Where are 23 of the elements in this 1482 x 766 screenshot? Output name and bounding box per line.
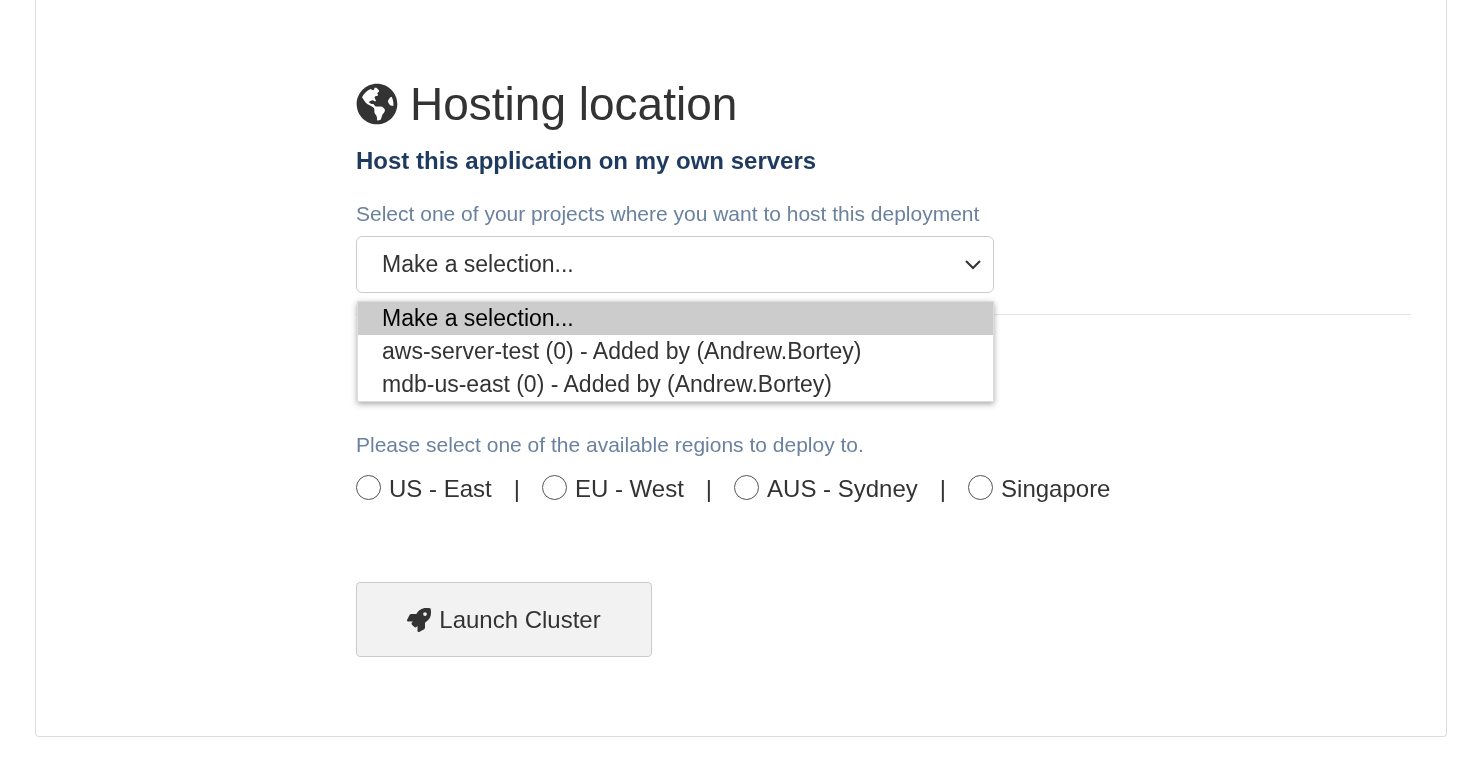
radio-button[interactable] [356, 474, 381, 500]
separator: | [705, 474, 713, 504]
page-title: Hosting location [410, 77, 738, 132]
radio-button[interactable] [541, 474, 567, 500]
dropdown-option[interactable]: mdb-us-east (0) - Added by (Andrew.Bortey) [358, 368, 993, 401]
section-heading: Host this application on my own servers [356, 146, 818, 176]
radio-label: AUS - Sydney [767, 474, 918, 504]
globe-icon [356, 83, 398, 125]
radio-label: Singapore [1001, 474, 1111, 504]
radio-label: EU - West [574, 474, 684, 504]
project-select[interactable]: Make a selection... [356, 236, 994, 293]
separator: | [513, 474, 520, 504]
radio-button[interactable] [734, 474, 760, 500]
radio-button[interactable] [968, 474, 994, 500]
dropdown-option[interactable]: Make a selection... [358, 302, 993, 335]
launch-cluster-button[interactable]: Launch Cluster [356, 582, 652, 657]
field-label: Please select one of the available regions to deploy to. [356, 432, 865, 458]
dropdown-option[interactable]: aws-server-test (0) - Added by (Andrew.Bortey) [358, 335, 993, 368]
field-label: Select one of your projects where you want to host this deployment [356, 201, 981, 227]
separator: | [939, 474, 947, 504]
rocket-icon [407, 607, 432, 632]
radio-label: US - East [389, 474, 492, 504]
chevron-down-icon [965, 259, 981, 270]
